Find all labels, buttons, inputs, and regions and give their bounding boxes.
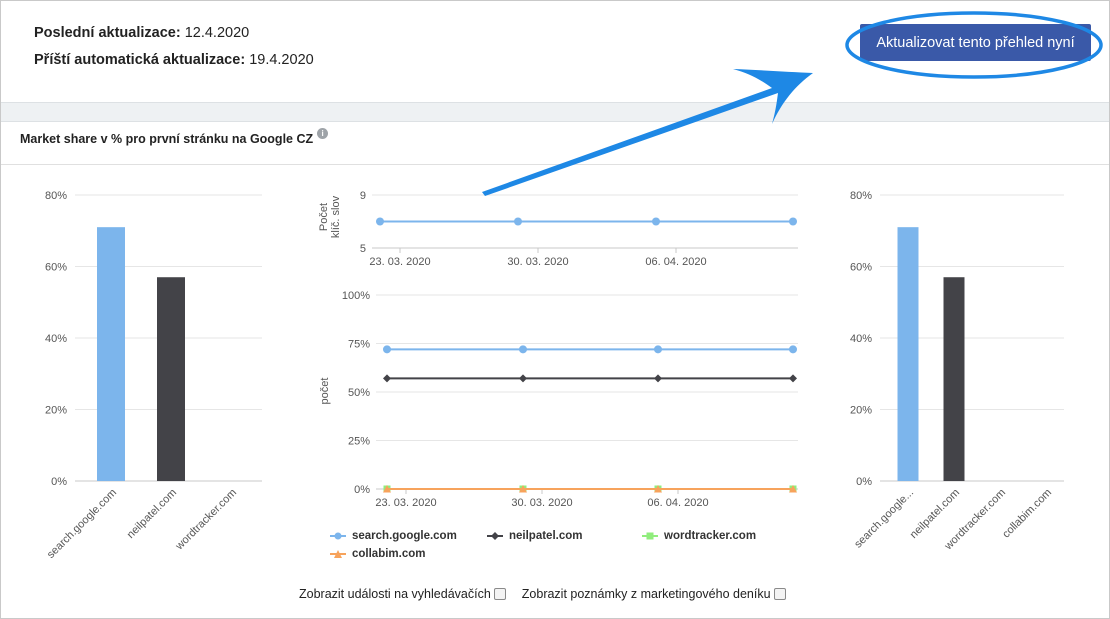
data-point-neilpatel-com [519,374,527,383]
y-tick-label: 60% [850,262,872,274]
legend-label-wordtracker: wordtracker.com [664,530,757,542]
y-tick-label: 50% [348,387,370,399]
data-point-neilpatel-com [789,374,797,383]
legend-label-neilpatel: neilpatel.com [509,530,583,542]
y-tick-label: 40% [850,333,872,345]
y-tick-label: 20% [45,405,67,417]
y-tick-label: 100% [342,290,370,302]
y-tick-label: 75% [348,339,370,351]
legend-item-neilpatel[interactable]: neilpatel.com [487,530,583,542]
y-tick-label: 40% [45,333,67,345]
x-tick-label: 30. 03. 2020 [511,497,572,509]
x-tick-label: search.google.com [45,487,119,561]
data-point-search-google-com [383,345,391,354]
x-tick-label: search.google... [852,487,916,551]
y-axis-title: počet [319,378,331,405]
search-events-checkbox[interactable] [493,588,506,600]
annotation-arrow [482,69,813,196]
legend-item-google[interactable]: search.google.com [330,530,457,542]
bar-neilpatel-com [157,277,185,481]
y-tick-label: 80% [850,190,872,202]
y-tick-label: 20% [850,405,872,417]
x-tick-label: 30. 03. 2020 [507,256,568,268]
legend-marker-square-icon [642,532,658,540]
legend-label-google: search.google.com [352,530,457,542]
marketing-notes-label: Zobrazit poznámky z marketingového deník… [521,587,771,601]
x-tick-label: 23. 03. 2020 [369,256,430,268]
legend-label-collabim: collabim.com [352,548,426,560]
legend-item-wordtracker[interactable]: wordtracker.com [642,530,756,542]
data-point-search-google-com [789,345,797,354]
bar-search-google [897,227,919,481]
legend-marker-diamond-icon [487,532,503,540]
y-tick-label: 0% [856,476,872,488]
x-tick-label: collabim.com [1000,487,1054,541]
y-axis-title: klíč. slov [330,195,342,238]
bar-search-google-com [97,227,125,481]
search-events-label: Zobrazit události na vyhledávačích [299,587,491,601]
data-point-neilpatel-com [383,374,391,383]
y-tick-label: 0% [51,476,67,488]
chart-options: Zobrazit události na vyhledávačích Zobra… [299,587,802,601]
data-point-search-google-com [654,345,662,354]
x-tick-label: wordtracker.com [173,487,239,553]
legend-item-collabim[interactable]: collabim.com [330,548,426,560]
x-tick-label: neilpatel.com [125,487,179,541]
y-tick-label: 9 [360,190,366,202]
x-tick-label: 23. 03. 2020 [375,497,436,509]
data-point-search-google-com [652,217,660,226]
line-chart-share: 0% 25% 50% 75% 100% 23. 03. 2020 30. 03. 2020 0… [319,290,798,509]
charts-canvas: 0%20%40%60%80%search.google.com neilpatel… [45,11,1103,561]
line-chart-keywords: 5 9 23. 03. 2020 30. 03. 2020 06. 04. 2020 Po… [318,190,798,268]
y-tick-label: 80% [45,190,67,202]
bar-chart-left: 0% 20% 40% 60% 80% search.google.com neilpatel… [45,190,262,561]
data-point-search-google-com [514,217,522,226]
data-point-search-google-com [789,217,797,226]
y-tick-label: 25% [348,436,370,448]
data-point-search-google-com [376,217,384,226]
y-tick-label: 60% [45,262,67,274]
annotation-overlay [482,11,1103,196]
x-tick-label: 06. 04. 2020 [645,256,706,268]
x-tick-label: 06. 04. 2020 [647,497,708,509]
y-tick-label: 5 [360,243,366,255]
y-axis-title: Počet [318,203,330,231]
data-point-search-google-com [519,345,527,354]
legend-marker-triangle-icon [330,550,346,558]
bar-neilpatel-com [943,277,965,481]
data-point-neilpatel-com [654,374,662,383]
annotation-ellipse [845,11,1103,79]
bar-chart-right: 0%20%40%60%80%search.google...neilpatel.… [850,190,1064,553]
legend-marker-circle-icon [330,532,346,540]
marketing-notes-checkbox[interactable] [773,588,786,600]
y-tick-label: 0% [354,484,370,496]
